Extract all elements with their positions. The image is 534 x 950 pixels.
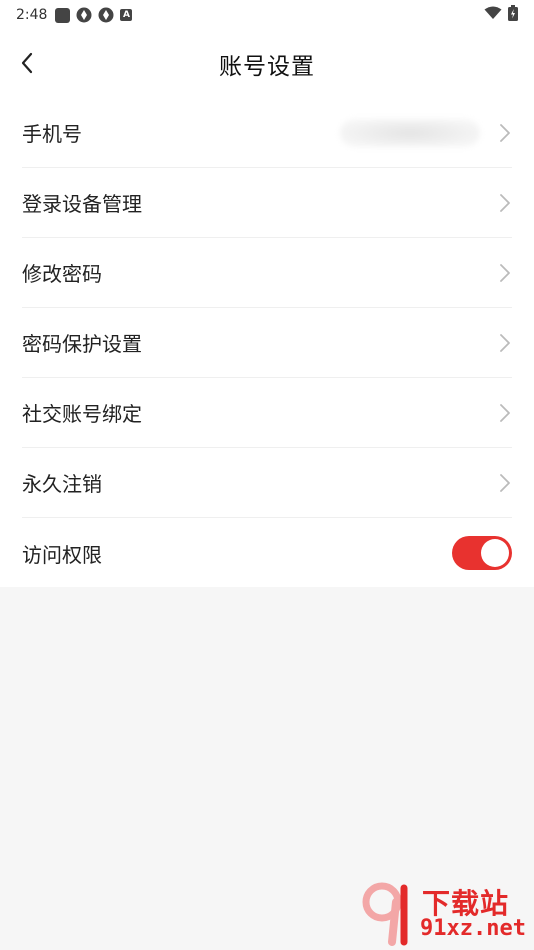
chevron-left-icon <box>21 52 33 74</box>
chevron-right-icon <box>500 263 510 282</box>
chevron-right-icon <box>500 403 510 422</box>
chevron-right-icon <box>500 333 510 352</box>
settings-item-access-permission: 访问权限 <box>22 518 512 588</box>
chevron-right-icon <box>500 473 510 492</box>
battery-icon <box>508 5 518 21</box>
status-notification-icons: A <box>55 7 133 23</box>
settings-item-phone[interactable]: 手机号 <box>22 98 512 168</box>
settings-item-label: 密码保护设置 <box>22 332 142 356</box>
masked-phone-value <box>340 118 480 147</box>
app-notification-icon <box>55 7 71 23</box>
settings-item-device-management[interactable]: 登录设备管理 <box>22 168 512 238</box>
aperture-icon <box>98 7 114 23</box>
settings-item-password-protection[interactable]: 密码保护设置 <box>22 308 512 378</box>
toggle-knob <box>481 539 509 567</box>
status-bar: 2:48 A <box>0 0 534 30</box>
watermark-text-en: 91xz.net <box>420 916 526 941</box>
status-time: 2:48 <box>16 7 48 23</box>
a-badge-icon: A <box>120 9 133 21</box>
settings-item-label: 访问权限 <box>22 542 102 567</box>
wifi-icon <box>484 6 502 19</box>
chevron-right-icon <box>500 123 510 142</box>
settings-list: 手机号 登录设备管理 修改密码 密码保护设置 社交账号绑定 永久注销 访问权限 <box>0 98 534 588</box>
watermark-logo-icon <box>362 882 408 946</box>
settings-item-label: 修改密码 <box>22 262 102 286</box>
settings-item-change-password[interactable]: 修改密码 <box>22 238 512 308</box>
settings-item-label: 永久注销 <box>22 472 102 496</box>
settings-item-label: 登录设备管理 <box>22 192 142 216</box>
row-trailing <box>340 118 512 147</box>
content-surface: 2:48 A 账号设置 手机号 登录设备管理 修改密码 密码保护设置 社交账号绑… <box>0 0 534 587</box>
app-header: 账号设置 <box>0 30 534 98</box>
settings-item-label: 社交账号绑定 <box>22 402 142 426</box>
settings-item-social-binding[interactable]: 社交账号绑定 <box>22 378 512 448</box>
back-button[interactable] <box>12 48 42 78</box>
status-system-icons <box>484 5 518 21</box>
page-title: 账号设置 <box>219 54 315 80</box>
site-watermark: 下载站 91xz.net <box>360 880 530 946</box>
settings-item-label: 手机号 <box>22 122 82 146</box>
chevron-right-icon <box>500 193 510 212</box>
access-permission-toggle[interactable] <box>452 536 512 570</box>
settings-item-delete-account[interactable]: 永久注销 <box>22 448 512 518</box>
aperture-icon <box>76 7 92 23</box>
